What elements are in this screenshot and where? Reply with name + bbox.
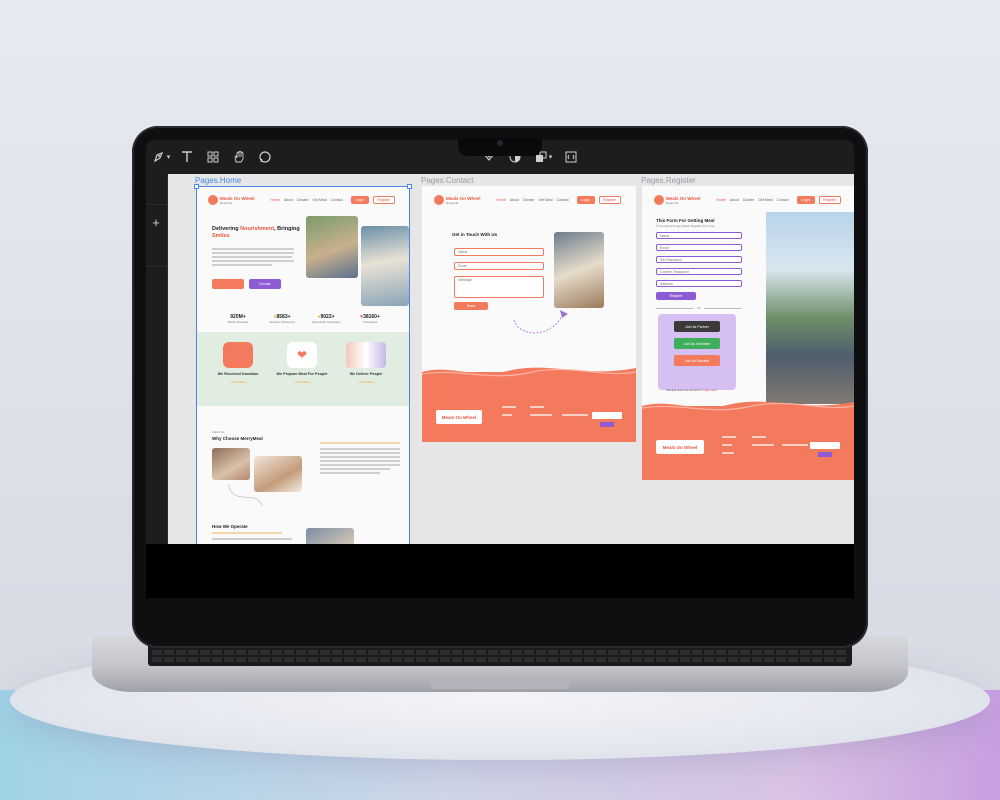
register-title: This Form For Getting Meal [656,218,715,223]
contact-footer: Meals On Wheel [422,367,636,442]
register-password-input[interactable]: Set Password [656,256,742,263]
nav-get-meal[interactable]: Get Meal [758,198,772,202]
volunteers-photo [766,212,854,404]
register-button[interactable]: Register [598,196,621,204]
register-name-input[interactable]: Name [656,232,742,239]
contact-name-input[interactable]: Name [454,248,544,256]
design-canvas[interactable]: Pages.Home Meals On Wheel Nonprofit Home … [168,174,854,544]
register-address-input[interactable]: Address [656,280,742,287]
login-button[interactable]: Login [576,196,595,204]
nav-contact[interactable]: Contact [777,198,789,202]
text-tool-icon[interactable] [174,140,200,174]
login-prompt: Already Have An Account? Login Here [666,388,718,392]
frame-contact[interactable]: Meals On Wheel Nonprofit Home About Donat… [422,186,636,442]
or-divider: Or [656,306,742,310]
paper-plane-path [513,310,568,334]
hand-icon[interactable] [226,140,252,174]
resize-handle[interactable] [194,184,199,189]
nav-home[interactable]: Home [497,198,506,202]
join-volunteer-button[interactable]: Join As Volunteer [674,338,720,349]
trackpad-notch [430,681,570,689]
register-navbar: Meals On Wheel Nonprofit Home About Donat… [654,192,849,208]
send-button[interactable]: Send [454,302,488,310]
nav-contact[interactable]: Contact [557,198,569,202]
contact-title: Get in Touch With Us [452,232,498,237]
register-submit-button[interactable]: Register [656,292,696,300]
join-options-panel: Join As Partner Join As Volunteer Join A… [658,314,736,390]
contact-email-input[interactable]: Email [454,262,544,270]
newsletter-button[interactable] [600,422,614,427]
register-footer: Meals On Wheel [642,401,854,480]
register-subtitle: If You Need To Get Meals Register For Fr… [656,224,715,228]
camera [497,140,503,146]
contact-photo [554,232,604,308]
comment-icon[interactable] [252,140,278,174]
pen-tool-icon[interactable]: ▾ [148,140,174,174]
contact-message-input[interactable]: Message [454,276,544,298]
join-partner-button[interactable]: Join As Partner [674,321,720,332]
join-donator-button[interactable]: Join As Donator [674,355,720,366]
nav-donate[interactable]: Donate [743,198,754,202]
nav-home[interactable]: Home [717,198,726,202]
code-icon[interactable] [558,140,584,174]
newsletter-input[interactable] [592,412,622,419]
laptop-screen: ▾ ▾ + Pages.Home Meals On Wheel Nonprofi… [146,140,854,598]
register-button[interactable]: Register [818,196,841,204]
left-panel: + [146,174,168,544]
frame-label-register[interactable]: Pages.Register [641,176,696,185]
frame-label-home[interactable]: Pages.Home [195,176,241,185]
nav-about[interactable]: About [730,198,739,202]
screen-bottom-bezel [146,544,854,598]
footer-logo: Meals On Wheel [436,410,482,424]
frame-label-contact[interactable]: Pages.Contact [421,176,473,185]
selection-outline [196,186,410,544]
newsletter-button[interactable] [818,452,832,457]
login-here-link[interactable]: Login Here [702,388,717,392]
register-confirm-password-input[interactable]: Confirm Password [656,268,742,275]
resize-handle[interactable] [407,184,412,189]
components-icon[interactable] [200,140,226,174]
nav-donate[interactable]: Donate [523,198,534,202]
contact-navbar: Meals On Wheel Nonprofit Home About Donat… [434,192,629,208]
login-button[interactable]: Login [796,196,815,204]
register-email-input[interactable]: Email [656,244,742,251]
nav-about[interactable]: About [510,198,519,202]
nav-get-meal[interactable]: Get Meal [538,198,552,202]
footer-logo: Meals On Wheel [656,440,704,454]
frame-register[interactable]: Meals On Wheel Nonprofit Home About Donat… [642,186,854,480]
add-icon[interactable]: + [149,216,163,230]
newsletter-input[interactable] [810,442,840,449]
